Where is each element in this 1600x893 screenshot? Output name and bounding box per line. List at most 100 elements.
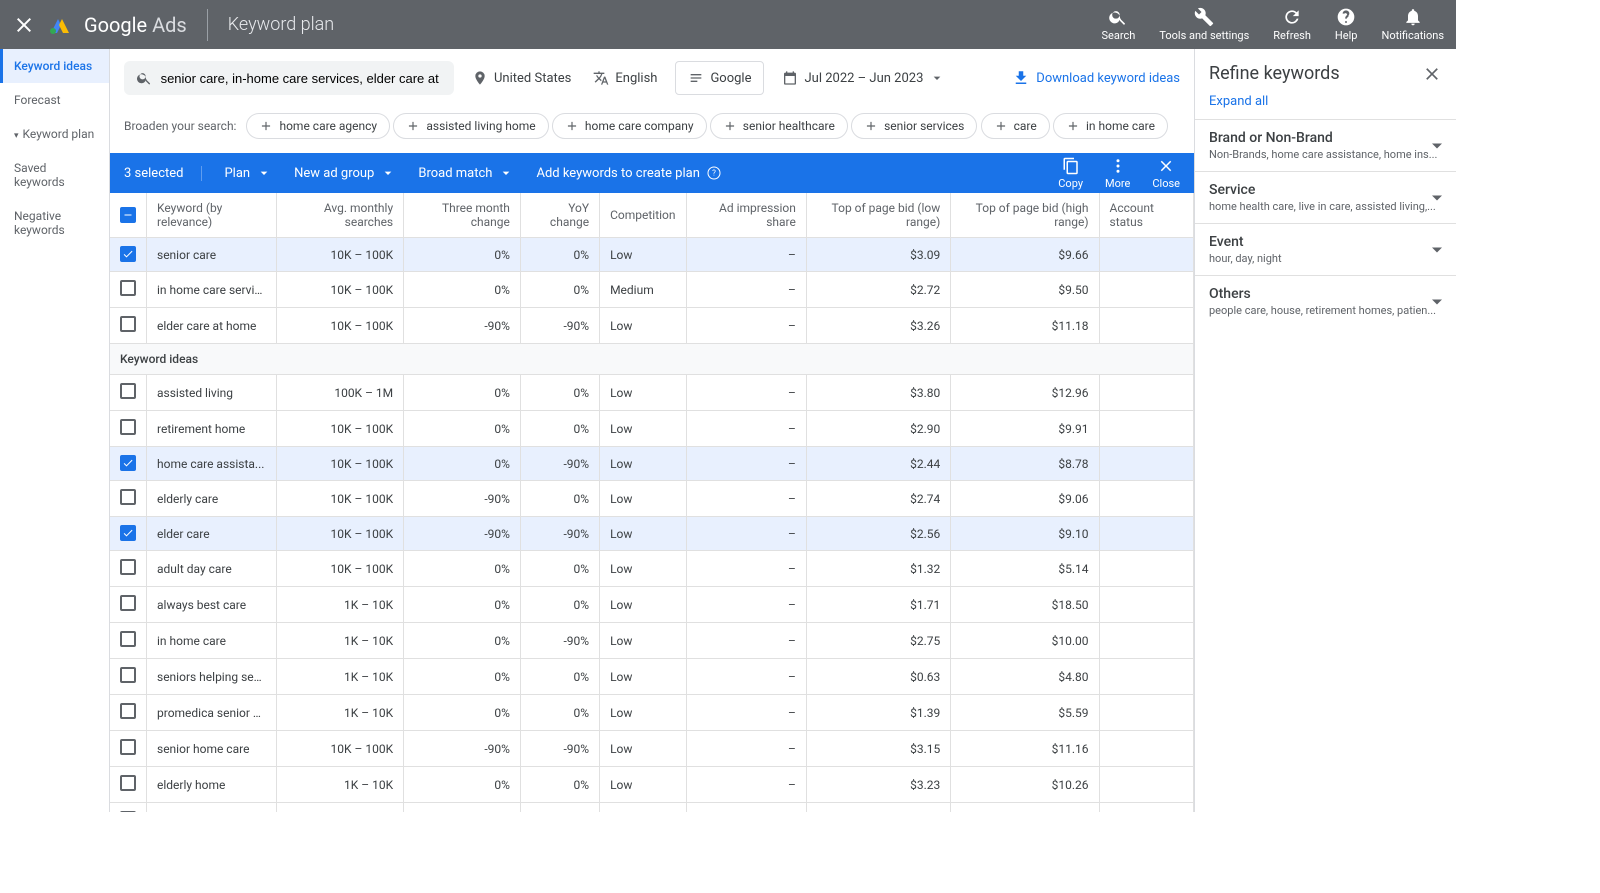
- table-row[interactable]: in home care servic...10K – 100K0%0%Medi…: [110, 272, 1194, 308]
- refine-section[interactable]: Eventhour, day, night: [1195, 223, 1456, 275]
- column-header[interactable]: Competition: [600, 193, 686, 238]
- download-keyword-ideas[interactable]: Download keyword ideas: [1012, 69, 1180, 87]
- sidebar-item[interactable]: Negative keywords: [0, 199, 109, 247]
- row-checkbox[interactable]: [120, 667, 136, 683]
- table-cell: $9.66: [951, 238, 1099, 272]
- search-input-wrap[interactable]: [124, 61, 454, 95]
- column-header[interactable]: Ad impression share: [686, 193, 806, 238]
- keyword-search-input[interactable]: [161, 71, 442, 86]
- table-cell: 0%: [520, 238, 599, 272]
- table-cell: $11.16: [951, 731, 1099, 767]
- close-icon[interactable]: [12, 13, 36, 37]
- sidebar-item[interactable]: Keyword ideas: [0, 49, 109, 83]
- copy-button[interactable]: Copy: [1058, 157, 1083, 190]
- refine-section-title: Event: [1209, 234, 1442, 250]
- plus-icon: [406, 119, 420, 133]
- sidebar-item[interactable]: Keyword plan: [0, 117, 109, 151]
- plan-dropdown[interactable]: Plan: [224, 165, 272, 181]
- row-checkbox[interactable]: [120, 383, 136, 399]
- column-header[interactable]: YoY change: [520, 193, 599, 238]
- table-cell: [1099, 803, 1193, 813]
- header-search[interactable]: Search: [1102, 7, 1136, 42]
- column-header[interactable]: Avg. monthly searches: [277, 193, 404, 238]
- app-header: Google Ads Keyword plan Search Tools and…: [0, 0, 1456, 49]
- row-checkbox[interactable]: [120, 525, 136, 541]
- row-checkbox[interactable]: [120, 703, 136, 719]
- row-checkbox[interactable]: [120, 739, 136, 755]
- broaden-chip[interactable]: in home care: [1053, 113, 1168, 139]
- table-cell: –: [686, 272, 806, 308]
- close-selection-button[interactable]: Close: [1152, 157, 1180, 190]
- row-checkbox[interactable]: [120, 455, 136, 471]
- row-checkbox[interactable]: [120, 489, 136, 505]
- language-filter[interactable]: English: [589, 64, 661, 92]
- table-row[interactable]: in home care1K – 10K0%-90%Low–$2.75$10.0…: [110, 623, 1194, 659]
- svg-text:?: ?: [712, 169, 716, 178]
- select-all-checkbox[interactable]: [120, 207, 136, 223]
- row-checkbox[interactable]: [120, 559, 136, 575]
- row-checkbox[interactable]: [120, 316, 136, 332]
- row-checkbox[interactable]: [120, 631, 136, 647]
- help-icon[interactable]: ?: [706, 165, 722, 181]
- refine-section[interactable]: Brand or Non-BrandNon-Brands, home care …: [1195, 119, 1456, 171]
- refine-section[interactable]: Otherspeople care, house, retirement hom…: [1195, 275, 1456, 327]
- header-tools[interactable]: Tools and settings: [1159, 7, 1249, 42]
- column-header[interactable]: Top of page bid (low range): [806, 193, 950, 238]
- broaden-chip[interactable]: home care company: [552, 113, 707, 139]
- table-cell: 0%: [520, 272, 599, 308]
- ad-group-dropdown[interactable]: New ad group: [294, 165, 396, 181]
- row-checkbox[interactable]: [120, 595, 136, 611]
- broaden-chip[interactable]: senior services: [851, 113, 977, 139]
- header-help[interactable]: Help: [1335, 7, 1358, 42]
- sidebar-item[interactable]: Saved keywords: [0, 151, 109, 199]
- broaden-chip[interactable]: senior healthcare: [710, 113, 848, 139]
- close-refine-icon[interactable]: [1422, 64, 1442, 84]
- table-row[interactable]: elder care10K – 100K-90%-90%Low–$2.56$9.…: [110, 517, 1194, 551]
- table-row[interactable]: home care assista...10K – 100K0%-90%Low–…: [110, 447, 1194, 481]
- keyword-table-wrap[interactable]: Keyword (by relevance)Avg. monthly searc…: [110, 193, 1194, 812]
- table-row[interactable]: promedica senior c...1K – 10K0%0%Low–$1.…: [110, 695, 1194, 731]
- broaden-chip[interactable]: care: [981, 113, 1050, 139]
- network-filter[interactable]: Google: [675, 61, 764, 95]
- column-header[interactable]: Three month change: [404, 193, 521, 238]
- table-row[interactable]: elder care at home10K – 100K-90%-90%Low–…: [110, 308, 1194, 344]
- table-cell: 0%: [404, 659, 521, 695]
- table-row[interactable]: senior care10K – 100K0%0%Low–$3.09$9.66: [110, 238, 1194, 272]
- broaden-chip[interactable]: assisted living home: [393, 113, 548, 139]
- table-cell: [1099, 695, 1193, 731]
- date-range-filter[interactable]: Jul 2022 – Jun 2023: [778, 64, 949, 92]
- expand-all-link[interactable]: Expand all: [1195, 90, 1456, 119]
- row-checkbox[interactable]: [120, 811, 136, 812]
- location-filter[interactable]: United States: [468, 64, 575, 92]
- refine-section[interactable]: Servicehome health care, live in care, a…: [1195, 171, 1456, 223]
- table-row[interactable]: always best care1K – 10K0%0%Low–$1.71$18…: [110, 587, 1194, 623]
- row-checkbox[interactable]: [120, 419, 136, 435]
- table-row[interactable]: assisted living100K – 1M0%0%Low–$3.80$12…: [110, 375, 1194, 411]
- table-row[interactable]: seniors helping sen...1K – 10K0%0%Low–$0…: [110, 659, 1194, 695]
- table-row[interactable]: retirement home10K – 100K0%0%Low–$2.90$9…: [110, 411, 1194, 447]
- broaden-chip[interactable]: home care agency: [246, 113, 390, 139]
- table-cell: -90%: [404, 731, 521, 767]
- table-cell: 10K – 100K: [277, 308, 404, 344]
- column-header[interactable]: Keyword (by relevance): [147, 193, 277, 238]
- header-refresh[interactable]: Refresh: [1273, 7, 1311, 42]
- table-row[interactable]: elderly care10K – 100K-90%0%Low–$2.74$9.…: [110, 481, 1194, 517]
- column-header[interactable]: Top of page bid (high range): [951, 193, 1099, 238]
- row-checkbox[interactable]: [120, 280, 136, 296]
- table-row[interactable]: senior home care10K – 100K-90%-90%Low–$3…: [110, 731, 1194, 767]
- table-row[interactable]: senior care near me1K – 10K0%0%Low–$3.97…: [110, 803, 1194, 813]
- column-header[interactable]: Account status: [1099, 193, 1193, 238]
- row-checkbox[interactable]: [120, 246, 136, 262]
- sidebar: Keyword ideasForecastKeyword planSaved k…: [0, 49, 110, 812]
- sidebar-item[interactable]: Forecast: [0, 83, 109, 117]
- table-row[interactable]: adult day care10K – 100K0%0%Low–$1.32$5.…: [110, 551, 1194, 587]
- add-keywords-button[interactable]: Add keywords to create plan?: [536, 165, 721, 181]
- table-cell: $1.71: [806, 587, 950, 623]
- table-cell: senior home care: [147, 731, 277, 767]
- row-checkbox[interactable]: [120, 775, 136, 791]
- header-notifications[interactable]: Notifications: [1381, 7, 1444, 42]
- table-cell: 0%: [404, 238, 521, 272]
- table-row[interactable]: elderly home1K – 10K0%0%Low–$3.23$10.26: [110, 767, 1194, 803]
- more-button[interactable]: More: [1105, 157, 1130, 190]
- match-type-dropdown[interactable]: Broad match: [418, 165, 514, 181]
